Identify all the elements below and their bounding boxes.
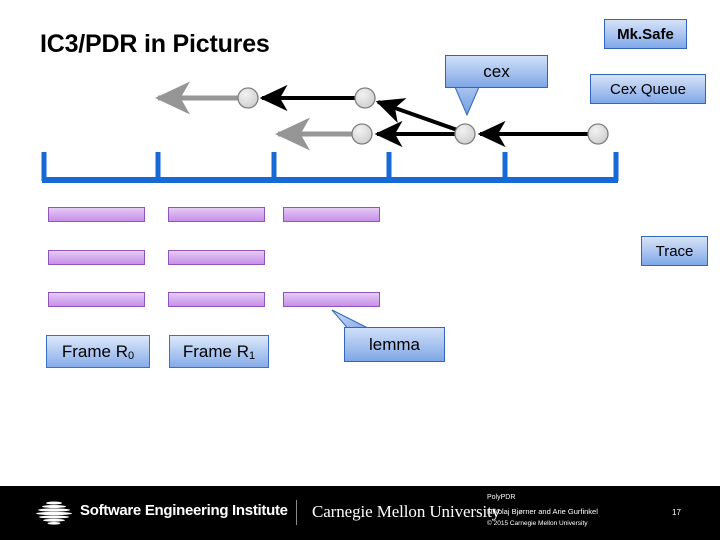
frame-r0-text: Frame R <box>61 341 128 361</box>
lemma-bar-highlighted <box>283 292 380 307</box>
trace-node <box>351 123 373 145</box>
footer-copyright: © 2015 Carnegie Mellon University <box>487 520 588 527</box>
lemma-callout-body: lemma <box>344 327 445 362</box>
footer-authors: Nikolaj Bjørner and Arie Gurfinkel <box>487 507 598 516</box>
lemma-bar <box>168 292 265 307</box>
lemma-bar <box>48 207 145 222</box>
trace-node <box>237 87 259 109</box>
slide-page-number: 17 <box>672 508 681 517</box>
frame-r1-label: Frame R1 <box>169 335 269 368</box>
cmu-wordmark: Carnegie Mellon University <box>312 502 501 521</box>
lemma-callout: lemma <box>330 306 460 368</box>
footer-divider <box>296 500 297 525</box>
sei-wordmark: Software Engineering Institute <box>80 502 288 519</box>
timeline-axis <box>41 152 619 183</box>
lemma-bar <box>168 250 265 265</box>
slide-footer: Software Engineering Institute Carnegie … <box>0 486 720 540</box>
lemma-bar <box>48 292 145 307</box>
lemma-bar <box>168 207 265 222</box>
frame-r1-subscript: 1 <box>249 349 256 362</box>
ic3-trace-diagram <box>41 81 619 183</box>
frame-r0-label: Frame R0 <box>46 335 150 368</box>
footer-project: PolyPDR <box>487 494 516 501</box>
frame-r1-text: Frame R <box>182 341 249 361</box>
trace-node <box>454 123 476 145</box>
slide-canvas: IC3/PDR in Pictures Mk.Safe Cex Queue ce… <box>0 0 720 540</box>
trace-node <box>587 123 609 145</box>
lemma-bar <box>48 250 145 265</box>
trace-text: Trace <box>655 242 694 260</box>
frame-r0-subscript: 0 <box>128 349 135 362</box>
lemma-bar <box>283 207 380 222</box>
edge-black-diagonal <box>375 98 464 134</box>
trace-node <box>354 87 376 109</box>
sei-logo-icon <box>36 501 72 525</box>
trace-label: Trace <box>641 236 708 266</box>
lemma-callout-text: lemma <box>368 334 420 354</box>
